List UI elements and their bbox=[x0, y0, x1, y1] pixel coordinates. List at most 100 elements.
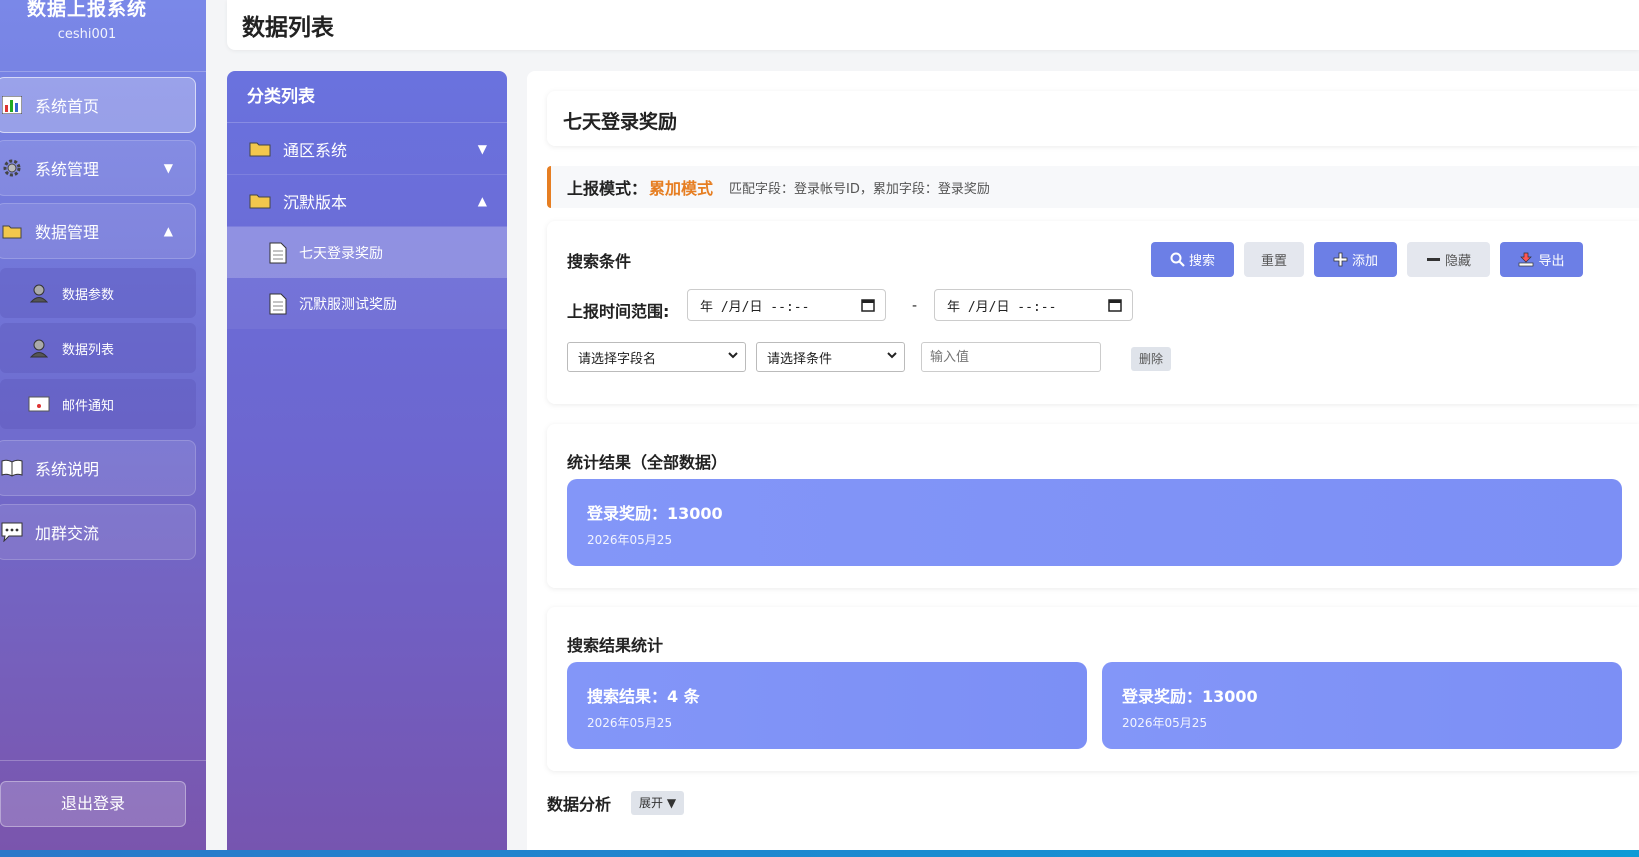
reset-button-label: 重置 bbox=[1260, 254, 1287, 269]
username: ceshi001 bbox=[57, 27, 117, 42]
stats-card: 统计结果（全部数据） 登录奖励：13000 2026年05月25 bbox=[547, 424, 1639, 588]
mail-icon bbox=[28, 393, 50, 415]
category-group-tongqu[interactable]: 通区系统 ▼ bbox=[227, 123, 507, 175]
hide-button-label: 隐藏 bbox=[1444, 254, 1471, 269]
gear-icon bbox=[1, 157, 23, 179]
category-item-seven-day[interactable]: 七天登录奖励 bbox=[227, 227, 507, 278]
search-button-label: 搜索 bbox=[1188, 254, 1215, 269]
time-range-label: 上报时间范围: bbox=[567, 302, 670, 321]
category-panel: 分类列表 通区系统 ▼ 沉默版本 ▲ 七天登录奖励 沉默服测试奖励 bbox=[227, 71, 507, 850]
export-button-label: 导出 bbox=[1538, 254, 1565, 269]
download-icon bbox=[1518, 252, 1534, 267]
report-mode-label: 上报模式： bbox=[567, 179, 648, 198]
date-to-input[interactable]: 年 /月/日 --:-- bbox=[934, 289, 1133, 321]
calendar-icon[interactable] bbox=[861, 298, 875, 316]
divider bbox=[0, 760, 206, 761]
page-title: 数据列表 bbox=[242, 15, 334, 41]
search-card: 搜索条件 搜索 重置 添加 隐藏 导出 上报时间范围: 年 /月/日 --:--… bbox=[547, 221, 1639, 404]
condition-select-value: 请选择条件 bbox=[767, 351, 833, 367]
chevron-up-icon: ▲ bbox=[477, 193, 487, 208]
results-card: 搜索结果统计 搜索结果：4 条 2026年05月25 登录奖励：13000 20… bbox=[547, 607, 1639, 771]
folder-icon bbox=[1, 220, 23, 242]
calendar-icon[interactable] bbox=[1108, 298, 1122, 316]
bar-chart-icon bbox=[1, 94, 23, 116]
delete-condition-button[interactable]: 删除 bbox=[1131, 347, 1171, 371]
divider bbox=[0, 71, 206, 72]
chat-icon bbox=[1, 521, 23, 543]
field-select[interactable]: 请选择字段名 bbox=[567, 342, 746, 372]
category-item-label: 七天登录奖励 bbox=[299, 245, 383, 262]
date-from-value: 年 /月/日 --:-- bbox=[700, 299, 810, 315]
stats-title: 统计结果（全部数据） bbox=[567, 453, 728, 472]
hide-button[interactable]: 隐藏 bbox=[1407, 242, 1490, 277]
document-icon bbox=[269, 242, 287, 264]
sidebar-subitem-list[interactable]: 数据列表 bbox=[0, 323, 196, 373]
sidebar-item-data[interactable]: 数据管理 ▲ bbox=[0, 203, 196, 259]
title-card: 七天登录奖励 bbox=[547, 91, 1639, 146]
report-mode-value: 累加模式 bbox=[649, 179, 714, 198]
user-icon bbox=[28, 337, 50, 359]
section-title: 七天登录奖励 bbox=[563, 111, 678, 133]
stat-date: 2026年05月25 bbox=[587, 533, 673, 547]
plus-icon bbox=[1333, 252, 1348, 267]
category-group-label: 通区系统 bbox=[283, 140, 348, 160]
sidebar-item-label: 加群交流 bbox=[35, 524, 100, 543]
search-button[interactable]: 搜索 bbox=[1151, 242, 1234, 277]
brand: 数据上报系统 ceshi001 bbox=[0, 0, 174, 42]
chevron-down-icon bbox=[727, 349, 739, 364]
range-separator: - bbox=[912, 298, 918, 314]
category-item-label: 沉默服测试奖励 bbox=[299, 296, 397, 313]
stat-date: 2026年05月25 bbox=[1122, 716, 1208, 730]
sidebar-subitem-params[interactable]: 数据参数 bbox=[0, 268, 196, 318]
category-group-silent[interactable]: 沉默版本 ▲ bbox=[227, 175, 507, 227]
stat-date: 2026年05月25 bbox=[587, 716, 673, 730]
category-panel-title: 分类列表 bbox=[227, 71, 507, 123]
reset-button[interactable]: 重置 bbox=[1244, 242, 1304, 277]
book-icon bbox=[1, 457, 23, 479]
chevron-down-icon: ▼ bbox=[163, 161, 173, 175]
chevron-down-icon bbox=[886, 349, 898, 364]
stat-box: 登录奖励：13000 2026年05月25 bbox=[567, 479, 1622, 566]
report-mode-bar: 上报模式： 累加模式 匹配字段：登录帐号ID，累加字段：登录奖励 bbox=[547, 166, 1639, 208]
category-item-silent-test[interactable]: 沉默服测试奖励 bbox=[227, 278, 507, 329]
sidebar-item-docs[interactable]: 系统说明 bbox=[0, 440, 196, 496]
add-button-label: 添加 bbox=[1351, 254, 1378, 269]
value-input[interactable] bbox=[921, 342, 1101, 372]
condition-select[interactable]: 请选择条件 bbox=[756, 342, 905, 372]
search-title: 搜索条件 bbox=[567, 252, 632, 271]
results-title: 搜索结果统计 bbox=[567, 636, 664, 655]
sidebar-item-group[interactable]: 加群交流 bbox=[0, 504, 196, 560]
stat-value: 登录奖励：13000 bbox=[1122, 687, 1258, 706]
sidebar-subitem-label: 数据参数 bbox=[62, 287, 115, 303]
logout-button[interactable]: 退出登录 bbox=[0, 781, 186, 827]
sidebar-subitem-mail[interactable]: 邮件通知 bbox=[0, 379, 196, 429]
sidebar-item-system[interactable]: 系统管理 ▼ bbox=[0, 140, 196, 196]
app-title: 数据上报系统 bbox=[26, 0, 147, 20]
sidebar-item-label: 系统管理 bbox=[35, 160, 100, 179]
sidebar-subitem-label: 邮件通知 bbox=[62, 398, 115, 414]
user-icon bbox=[28, 282, 50, 304]
stat-box: 搜索结果：4 条 2026年05月25 bbox=[567, 662, 1087, 749]
add-button[interactable]: 添加 bbox=[1314, 242, 1397, 277]
taskbar-strip bbox=[0, 850, 1639, 857]
chevron-up-icon: ▲ bbox=[163, 224, 173, 238]
minus-icon bbox=[1426, 252, 1441, 267]
field-select-value: 请选择字段名 bbox=[578, 351, 657, 367]
main-content: 七天登录奖励 上报模式： 累加模式 匹配字段：登录帐号ID，累加字段：登录奖励 … bbox=[527, 71, 1639, 850]
stat-value: 登录奖励：13000 bbox=[587, 504, 723, 523]
expand-button[interactable]: 展开 ▼ bbox=[631, 791, 685, 815]
sidebar-item-label: 系统首页 bbox=[35, 97, 100, 116]
sidebar-item-home[interactable]: 系统首页 bbox=[0, 77, 196, 133]
report-mode-desc: 匹配字段：登录帐号ID，累加字段：登录奖励 bbox=[729, 181, 990, 197]
date-from-input[interactable]: 年 /月/日 --:-- bbox=[687, 289, 886, 321]
document-icon bbox=[269, 293, 287, 315]
sidebar-subitem-label: 数据列表 bbox=[62, 342, 115, 358]
date-to-value: 年 /月/日 --:-- bbox=[947, 299, 1057, 315]
page-header: 数据列表 bbox=[227, 0, 1639, 50]
analysis-section: 数据分析 展开 ▼ bbox=[547, 791, 685, 815]
category-group-label: 沉默版本 bbox=[283, 192, 348, 212]
sidebar: 数据上报系统 ceshi001 系统首页 系统管理 ▼ 数据管理 ▲ 数据参数 … bbox=[0, 0, 206, 850]
export-button[interactable]: 导出 bbox=[1500, 242, 1583, 277]
stat-value: 搜索结果：4 条 bbox=[587, 687, 700, 706]
stat-box: 登录奖励：13000 2026年05月25 bbox=[1102, 662, 1622, 749]
